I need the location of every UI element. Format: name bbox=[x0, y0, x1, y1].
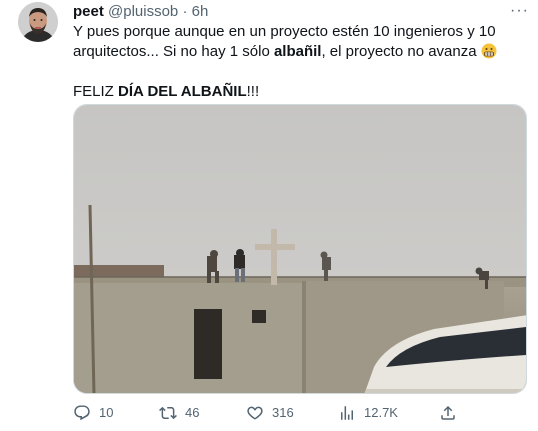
tweet-text: Y pues porque aunque en un proyecto esté… bbox=[73, 22, 523, 102]
avatar-image bbox=[18, 2, 58, 42]
views-count: 12.7K bbox=[364, 405, 398, 420]
tweet-actions: 10 46 316 12.7K bbox=[73, 404, 533, 424]
reply-icon bbox=[74, 405, 90, 421]
more-icon: ··· bbox=[510, 2, 529, 19]
tweet-time[interactable]: 6h bbox=[192, 3, 209, 20]
grimacing-face-emoji bbox=[481, 43, 497, 59]
tweet-text-paragraph-1: Y pues porque aunque en un proyecto esté… bbox=[73, 22, 523, 62]
tweet-text-bold: albañil bbox=[273, 43, 322, 60]
retweet-count: 46 bbox=[185, 405, 200, 420]
tweet-text-bold: DÍA DEL ALBAÑIL bbox=[118, 83, 247, 100]
share-icon bbox=[441, 405, 455, 420]
reply-count: 10 bbox=[99, 405, 114, 420]
header-separator: · bbox=[182, 3, 188, 20]
author-name[interactable]: peet bbox=[73, 3, 104, 20]
reply-button[interactable]: 10 bbox=[73, 404, 113, 422]
avatar[interactable] bbox=[18, 2, 58, 42]
tweet-text-part: , el proyecto no avanza bbox=[321, 43, 477, 60]
like-count: 316 bbox=[272, 405, 294, 420]
views-button[interactable]: 12.7K bbox=[338, 404, 398, 422]
retweet-button[interactable]: 46 bbox=[159, 404, 199, 422]
share-button[interactable] bbox=[439, 404, 457, 422]
tweet-text-part: FELIZ bbox=[73, 83, 119, 100]
heart-icon bbox=[247, 406, 263, 420]
more-options-button[interactable]: ··· bbox=[510, 2, 529, 19]
tweet-photo[interactable] bbox=[73, 104, 527, 394]
tweet[interactable]: peet @pluissob · 6h ··· Y pues porque au… bbox=[0, 0, 538, 431]
tweet-header: peet @pluissob · 6h bbox=[73, 3, 208, 21]
tweet-text-paragraph-2: FELIZ DÍA DEL ALBAÑIL!!! bbox=[73, 82, 523, 102]
author-handle[interactable]: @pluissob bbox=[108, 3, 178, 20]
retweet-icon bbox=[159, 406, 177, 420]
construction-photo bbox=[74, 105, 526, 393]
tweet-text-part: !!! bbox=[246, 83, 260, 100]
like-button[interactable]: 316 bbox=[246, 404, 294, 422]
views-icon bbox=[341, 406, 353, 420]
